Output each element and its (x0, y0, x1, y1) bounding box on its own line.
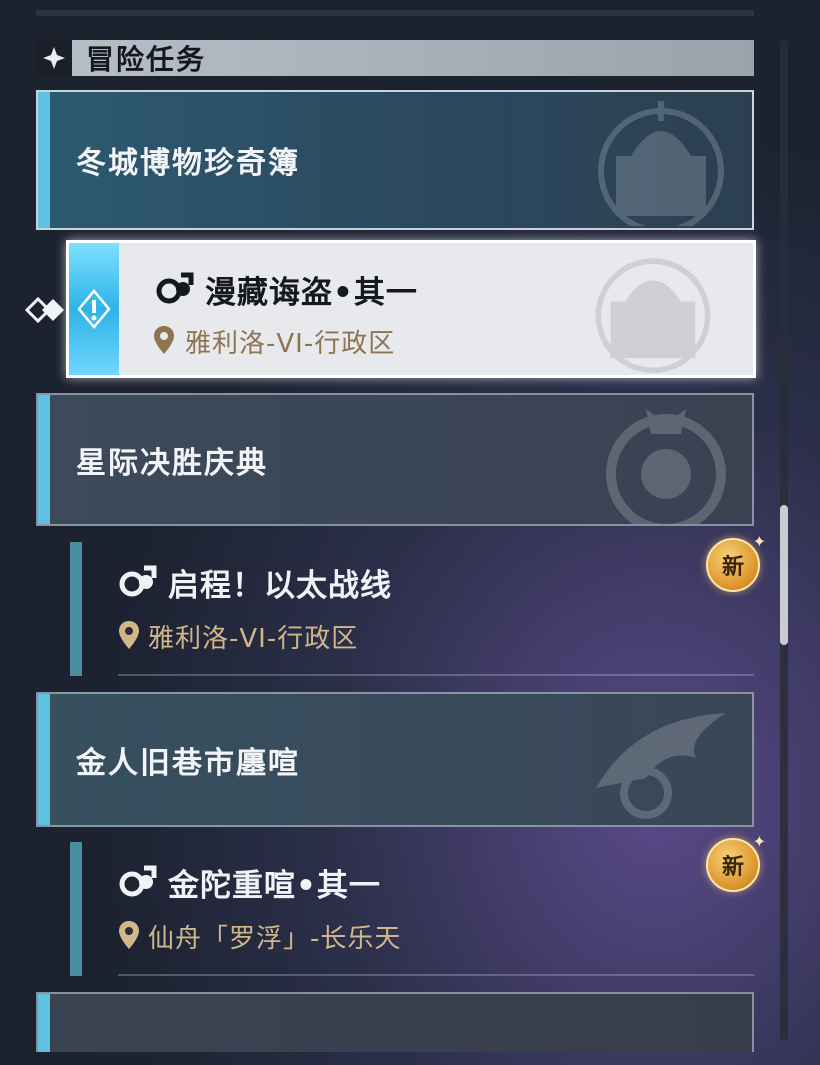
adventure-quest-icon (119, 865, 157, 897)
location-pin-icon (119, 921, 139, 949)
quest-location: 雅利洛-VI-行政区 (185, 329, 396, 359)
museum-emblem-icon (595, 258, 711, 374)
quest-item-selected[interactable]: 漫藏诲盗•其一 雅利洛-VI-行政区 (66, 240, 756, 378)
quest-accent-bar (70, 842, 82, 976)
quest-group-header[interactable] (36, 992, 754, 1052)
quest-name: 金陀重喧•其一 (168, 868, 381, 904)
sparkle-icon: ✦ (752, 832, 766, 851)
scrollbar-thumb[interactable] (780, 505, 788, 645)
quest-name: 启程！以太战线 (168, 568, 392, 604)
quest-divider (118, 974, 754, 976)
group-title: 星际决胜庆典 (76, 445, 268, 481)
quest-name: 漫藏诲盗•其一 (205, 275, 418, 311)
top-divider (36, 10, 754, 16)
quest-item[interactable]: 金陀重喧•其一 仙舟「罗浮」-长乐天 新 ✦ (36, 830, 766, 976)
group-accent-bar (38, 694, 50, 825)
adventure-quest-icon (156, 272, 194, 304)
quest-accent-bar (70, 542, 82, 676)
bird-emblem-icon (596, 713, 726, 819)
quest-group-header[interactable]: 冬城博物珍奇簿 (36, 90, 754, 230)
location-pin-icon (119, 621, 139, 649)
sparkle-icon: ✦ (752, 532, 766, 551)
group-accent-bar (38, 395, 50, 524)
diamond-star-icon (36, 40, 72, 76)
quest-crystal-icon (69, 243, 119, 375)
selection-pointer-icon (24, 296, 64, 324)
quest-divider (118, 674, 754, 676)
quest-item[interactable]: 启程！以太战线 雅利洛-VI-行政区 新 ✦ (36, 530, 766, 676)
museum-emblem-icon (598, 101, 724, 226)
group-accent-bar (38, 994, 50, 1052)
new-badge-label: 新 (721, 855, 744, 880)
group-title: 冬城博物珍奇簿 (76, 146, 300, 181)
trophy-emblem-icon (606, 409, 726, 524)
section-header: 冒险任务 (36, 40, 754, 76)
location-pin-icon (154, 326, 174, 354)
group-title: 金人旧巷市廛喧 (76, 745, 300, 781)
new-badge-label: 新 (721, 555, 744, 580)
adventure-quest-icon (119, 565, 157, 597)
section-title: 冒险任务 (86, 43, 207, 76)
quest-location: 雅利洛-VI-行政区 (148, 624, 359, 654)
quest-group-header[interactable]: 星际决胜庆典 (36, 393, 754, 526)
group-accent-bar (38, 92, 50, 228)
quest-location: 仙舟「罗浮」-长乐天 (148, 924, 402, 954)
quest-group-header[interactable]: 金人旧巷市廛喧 (36, 692, 754, 827)
